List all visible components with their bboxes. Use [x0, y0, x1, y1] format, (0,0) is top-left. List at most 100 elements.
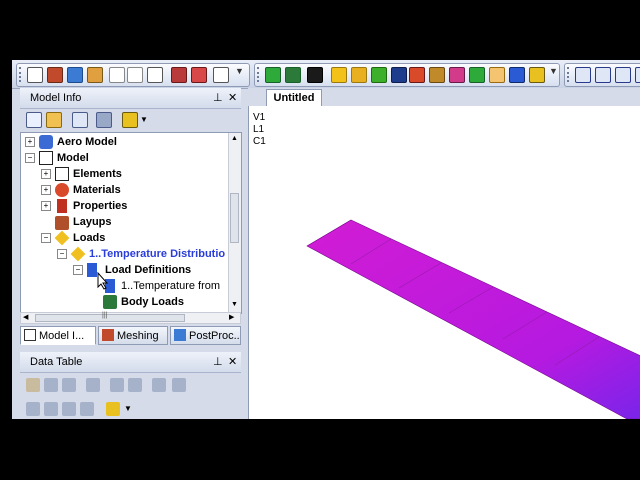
close-icon[interactable]: ✕ [228, 88, 237, 108]
data-table-toolbar-2: ▼ [20, 400, 240, 419]
scroll-grip: ||| [102, 312, 108, 319]
save-icon[interactable] [62, 378, 76, 392]
workplane-icon[interactable] [87, 67, 103, 83]
tree-node-label: Body Loads [121, 296, 184, 308]
toolbar-overflow[interactable]: ▼ [549, 66, 558, 76]
constraint-icon[interactable] [469, 67, 485, 83]
filter-icon[interactable] [44, 402, 58, 416]
load-icon[interactable] [489, 67, 505, 83]
remove-column-icon[interactable] [172, 378, 186, 392]
collapse-icon[interactable]: − [57, 249, 67, 259]
sort-icon[interactable] [110, 378, 124, 392]
toolbar-grip[interactable] [257, 67, 262, 82]
solid-icon[interactable] [409, 67, 425, 83]
table-icon[interactable] [127, 67, 143, 83]
arrow-icon[interactable] [96, 112, 112, 128]
table-icon[interactable] [109, 67, 125, 83]
panel-tabs: Model I... Meshing PostProc... [20, 326, 241, 346]
curve-icon[interactable] [351, 67, 367, 83]
filter-icon[interactable] [26, 402, 40, 416]
print-icon[interactable] [171, 67, 187, 83]
dropdown-arrow-icon[interactable]: ▼ [124, 404, 132, 413]
model-info-icon[interactable] [27, 67, 43, 83]
tab-postprocessing[interactable]: PostProc... [170, 326, 241, 345]
tree-options-icon[interactable] [26, 112, 42, 128]
pin-icon[interactable]: ⊥ [213, 352, 223, 372]
scroll-right-icon[interactable]: ▶ [229, 313, 234, 323]
postprocess-icon[interactable] [67, 67, 83, 83]
tab-untitled[interactable]: Untitled [266, 89, 322, 107]
plate-mesh [306, 219, 640, 419]
columns-icon[interactable] [86, 378, 100, 392]
meshing-icon[interactable] [47, 67, 63, 83]
folder-icon[interactable] [46, 112, 62, 128]
expand-icon[interactable]: + [41, 185, 51, 195]
data-table-header: Data Table ⊥ ✕ [20, 352, 241, 373]
point-icon[interactable] [331, 67, 347, 83]
pen-icon[interactable] [106, 402, 120, 416]
toolbar-group-2: ▼ [254, 63, 560, 87]
tab-meshing[interactable]: Meshing [98, 326, 168, 345]
tab-label: Meshing [117, 330, 159, 342]
expand-icon[interactable]: + [41, 169, 51, 179]
scroll-down-icon[interactable]: ▼ [231, 301, 238, 308]
postprocess-icon [174, 329, 186, 341]
align-icon[interactable] [595, 67, 611, 83]
model-info-icon [24, 329, 36, 341]
save-icon[interactable] [44, 378, 58, 392]
add-column-icon[interactable] [152, 378, 166, 392]
toolbar-overflow[interactable]: ▼ [235, 66, 244, 76]
toolbar-grip[interactable] [567, 67, 572, 82]
grid-icon[interactable] [147, 67, 163, 83]
graphics-viewport[interactable]: V1 L1 C1 [248, 106, 640, 419]
view-icon[interactable] [509, 67, 525, 83]
tab-model-info[interactable]: Model I... [20, 326, 96, 345]
tree-node-label: Elements [73, 168, 122, 180]
toolbar-grip[interactable] [19, 67, 24, 82]
element-icon[interactable] [285, 67, 301, 83]
tree-horizontal-scrollbar[interactable]: ◀ ||| ▶ [20, 312, 241, 324]
tree-vertical-scrollbar[interactable]: ▲ ▼ [228, 133, 241, 313]
tree-node-label: Model [57, 152, 89, 164]
copy-icon[interactable] [191, 67, 207, 83]
node-icon[interactable] [265, 67, 281, 83]
clear-icon[interactable] [128, 378, 142, 392]
edit-icon[interactable] [213, 67, 229, 83]
align-icon[interactable] [575, 67, 591, 83]
scroll-up-icon[interactable]: ▲ [231, 135, 238, 142]
lock-icon[interactable] [26, 378, 40, 392]
pen-icon[interactable] [122, 112, 138, 128]
filter-icon[interactable] [80, 402, 94, 416]
align-icon[interactable] [635, 67, 640, 83]
app-window: ▼ ▼ Model Info ⊥ ✕ ▼ + Aero Model − Mode… [12, 60, 640, 419]
surface-icon[interactable] [371, 67, 387, 83]
align-icon[interactable] [615, 67, 631, 83]
text-icon[interactable] [391, 67, 407, 83]
dropdown-arrow-icon[interactable]: ▼ [140, 115, 148, 124]
scroll-thumb[interactable]: ||| [35, 312, 185, 322]
filter-icon[interactable] [72, 112, 88, 128]
close-icon[interactable]: ✕ [228, 352, 237, 372]
collapse-icon[interactable]: − [41, 233, 51, 243]
collapse-icon[interactable]: − [25, 153, 35, 163]
pin-icon[interactable]: ⊥ [213, 88, 223, 108]
expand-icon[interactable]: + [41, 201, 51, 211]
coordinate-system-icon[interactable] [449, 67, 465, 83]
pen-icon[interactable] [529, 67, 545, 83]
model-tree: + Aero Model − Model + Elements + Materi… [20, 132, 242, 314]
collapse-icon[interactable]: − [73, 265, 83, 275]
numbering-icon[interactable] [307, 67, 323, 83]
model-info-header: Model Info ⊥ ✕ [20, 88, 241, 109]
toolbar-group-1: ▼ [16, 63, 250, 87]
tree-node-label: Materials [73, 184, 121, 196]
tab-label: PostProc... [189, 330, 241, 342]
scroll-left-icon[interactable]: ◀ [23, 313, 28, 323]
elements-icon [55, 167, 69, 181]
load-set-icon [70, 246, 86, 262]
scroll-thumb[interactable] [230, 193, 239, 243]
material-icon[interactable] [429, 67, 445, 83]
filter-icon[interactable] [62, 402, 76, 416]
expand-icon[interactable]: + [25, 137, 35, 147]
body-loads-icon [103, 295, 117, 309]
tree-node-label: Properties [73, 200, 128, 212]
